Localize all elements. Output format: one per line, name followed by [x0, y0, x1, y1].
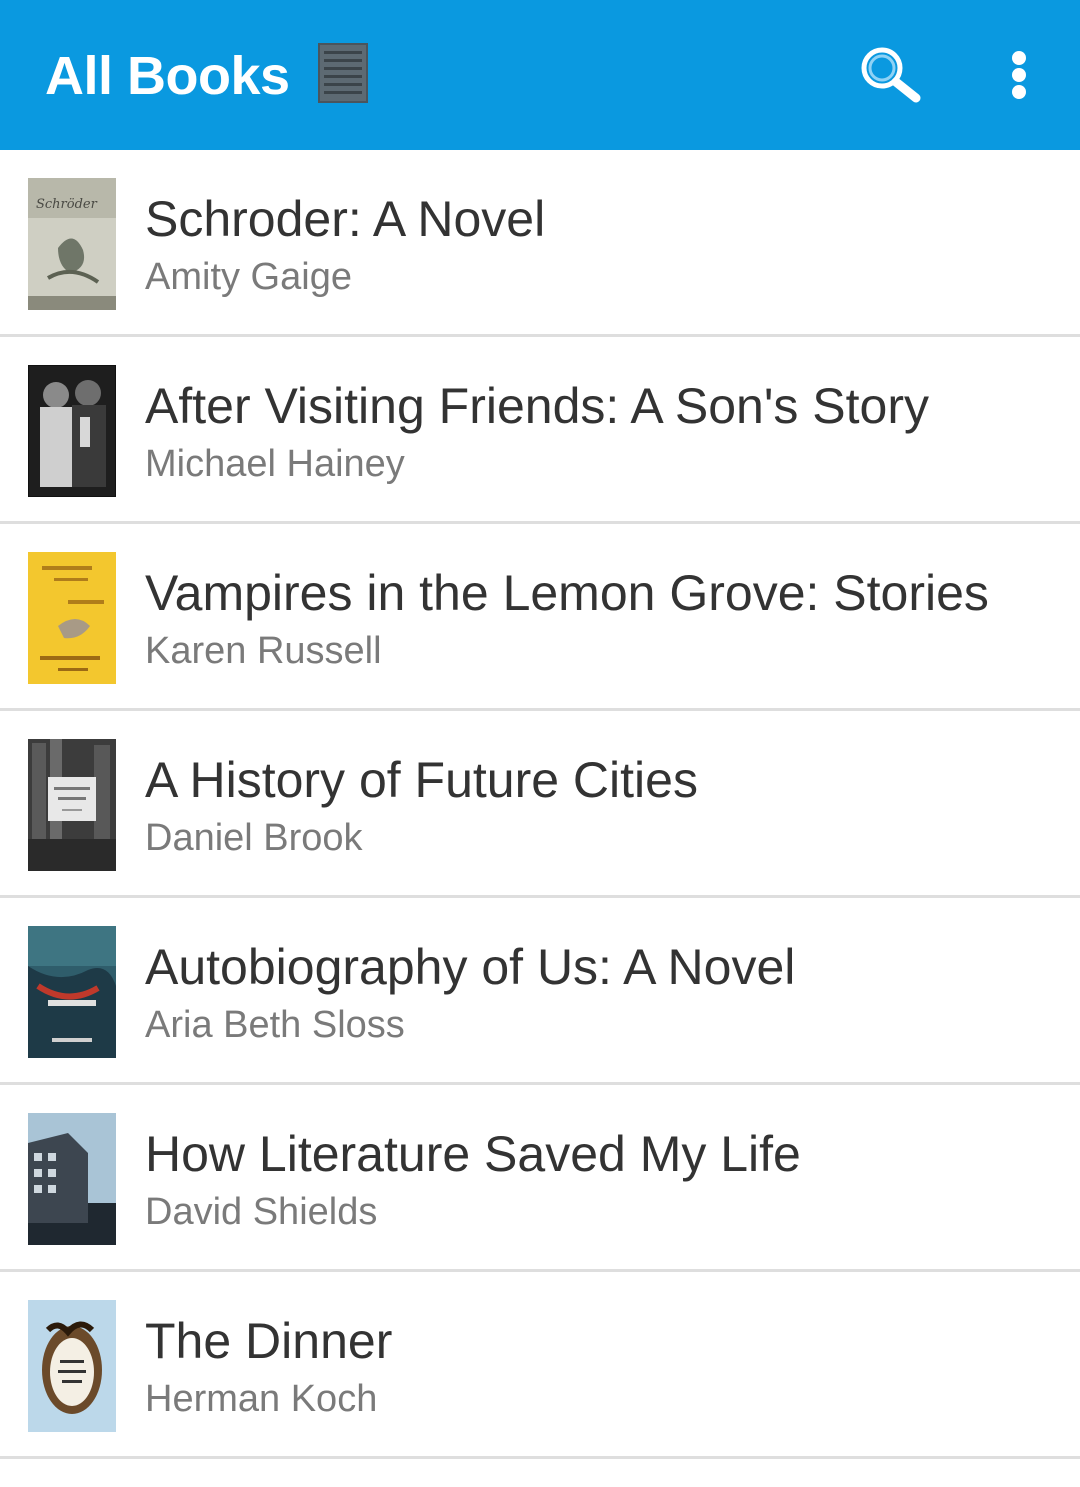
list-view-icon[interactable] — [318, 43, 368, 103]
book-author: Daniel Brook — [145, 817, 363, 859]
book-cover-image — [28, 926, 116, 1058]
list-item-book[interactable]: Autobiography of Us: A Novel Aria Beth S… — [0, 898, 1080, 1085]
list-item-book[interactable]: A History of Future Cities Daniel Brook — [0, 711, 1080, 898]
book-title: The Dinner — [145, 1313, 393, 1369]
book-title: How Literature Saved My Life — [145, 1126, 801, 1182]
book-list: Schröder Schroder: A Novel Amity Gaige A… — [0, 150, 1080, 1459]
book-cover-image — [28, 1300, 116, 1432]
book-title: After Visiting Friends: A Son's Story — [145, 378, 929, 434]
list-item-book[interactable]: The Dinner Herman Koch — [0, 1272, 1080, 1459]
list-item-book[interactable]: Vampires in the Lemon Grove: Stories Kar… — [0, 524, 1080, 711]
list-item-book[interactable]: Schröder Schroder: A Novel Amity Gaige — [0, 150, 1080, 337]
book-author: David Shields — [145, 1191, 378, 1233]
book-author: Amity Gaige — [145, 256, 352, 298]
book-cover-image — [28, 1113, 116, 1245]
list-item-book[interactable]: After Visiting Friends: A Son's Story Mi… — [0, 337, 1080, 524]
book-cover-image — [28, 365, 116, 497]
svg-text:Schröder: Schröder — [36, 197, 98, 212]
book-author: Aria Beth Sloss — [145, 1004, 405, 1046]
book-cover-image — [28, 552, 116, 684]
book-cover-image — [28, 739, 116, 871]
book-author: Michael Hainey — [145, 443, 405, 485]
book-author: Herman Koch — [145, 1378, 378, 1420]
search-icon[interactable] — [858, 44, 924, 104]
app-bar: All Books — [0, 0, 1080, 150]
book-cover-image: Schröder — [28, 178, 116, 310]
list-item-book[interactable]: How Literature Saved My Life David Shiel… — [0, 1085, 1080, 1272]
book-title: Schroder: A Novel — [145, 191, 546, 247]
book-title: Autobiography of Us: A Novel — [145, 939, 796, 995]
book-author: Karen Russell — [145, 630, 382, 672]
overflow-menu-icon[interactable] — [1000, 48, 1040, 104]
book-title: A History of Future Cities — [145, 752, 698, 808]
app-title: All Books — [45, 46, 290, 106]
book-title: Vampires in the Lemon Grove: Stories — [145, 565, 989, 621]
